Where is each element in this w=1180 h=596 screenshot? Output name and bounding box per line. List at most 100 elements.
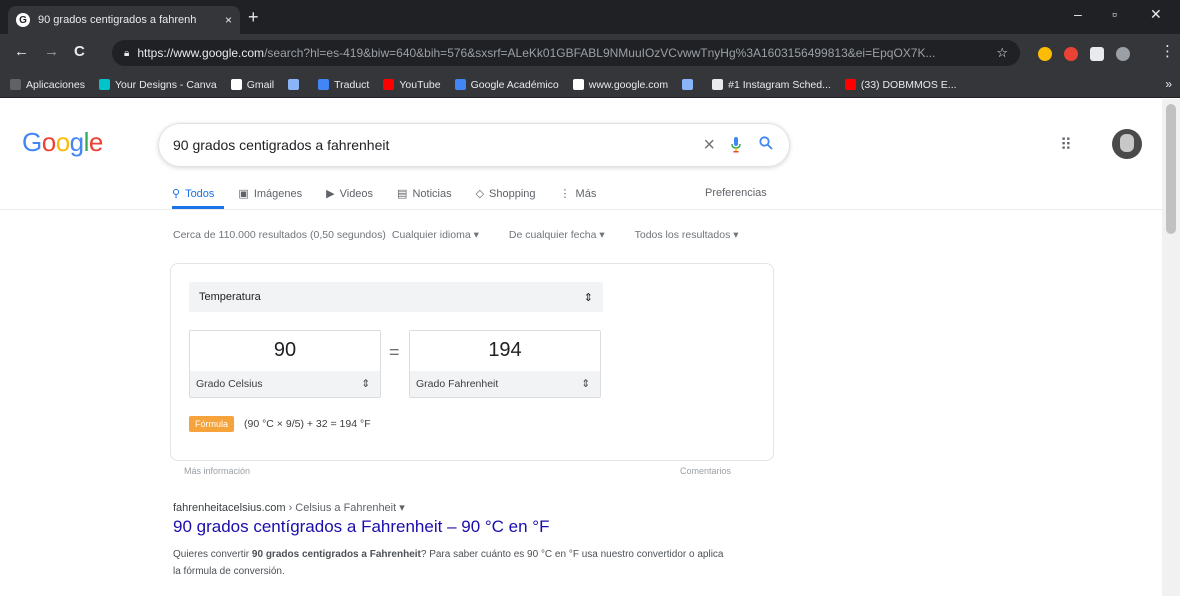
bookmark-item[interactable]: Your Designs - Canva bbox=[98, 78, 217, 91]
result-snippet: Quieres convertir 90 grados centigrados … bbox=[173, 546, 733, 580]
from-value[interactable]: 90 bbox=[190, 339, 380, 362]
bookmark-label: YouTube bbox=[399, 78, 441, 91]
filter-date[interactable]: De cualquier fecha ▾ bbox=[509, 229, 605, 241]
bookmark-item[interactable]: (33) DOBMMOS E... bbox=[844, 79, 957, 91]
profile-avatar-icon[interactable] bbox=[1116, 47, 1130, 61]
divider bbox=[0, 209, 1180, 210]
bookmark-label: Traduct bbox=[334, 78, 370, 91]
to-field[interactable]: 194 Grado Fahrenheit ⇕ bbox=[409, 330, 601, 398]
snippet-text: Quieres convertir bbox=[173, 549, 252, 560]
bookmark-icon bbox=[383, 79, 395, 90]
bookmark-label: Your Designs - Canva bbox=[114, 78, 217, 91]
bookmark-icon bbox=[98, 79, 110, 90]
bookmarks-more-icon[interactable]: » bbox=[1165, 77, 1172, 91]
mic-icon[interactable] bbox=[731, 137, 741, 153]
tab-shopping[interactable]: ◇ Shopping bbox=[475, 187, 536, 201]
bookmarks-bar: Aplicaciones Your Designs - Canva Gmail Tra… bbox=[0, 72, 1180, 98]
extension-icon[interactable] bbox=[1064, 47, 1078, 61]
browser-tab[interactable]: G 90 grados centigrados a fahrenh × bbox=[8, 6, 240, 34]
forward-button[interactable]: → bbox=[44, 44, 59, 60]
maximize-button[interactable]: ▫ bbox=[1112, 6, 1117, 22]
logo-letter: G bbox=[22, 127, 42, 157]
select-arrow-icon: ⇕ bbox=[361, 378, 370, 390]
extension-icon[interactable] bbox=[1038, 47, 1052, 61]
google-favicon-icon: G bbox=[16, 13, 30, 27]
bookmark-item[interactable]: #1 Instagram Sched... bbox=[712, 79, 831, 91]
select-arrow-icon: ⇕ bbox=[583, 291, 593, 304]
address-bar[interactable]: 🔒︎ https://www.google.com /search?hl=es-… bbox=[112, 40, 1020, 66]
filter-language[interactable]: Cualquier idioma ▾ bbox=[392, 229, 479, 241]
google-logo[interactable]: Google bbox=[22, 127, 103, 158]
back-button[interactable]: ← bbox=[14, 44, 29, 60]
to-value[interactable]: 194 bbox=[410, 339, 600, 362]
tab-label: Más bbox=[575, 187, 597, 200]
account-avatar[interactable] bbox=[1112, 129, 1142, 159]
bookmark-item[interactable]: Google Académico bbox=[454, 79, 559, 91]
bookmark-item[interactable] bbox=[288, 79, 304, 90]
preferences-link[interactable]: Preferencias bbox=[705, 187, 767, 199]
chrome-menu-icon[interactable]: ⋮ bbox=[1160, 44, 1175, 60]
tab-videos[interactable]: ▶ Videos bbox=[326, 187, 374, 201]
bookmark-item[interactable] bbox=[682, 79, 698, 90]
result-title-link[interactable]: 90 grados centígrados a Fahrenheit – 90 … bbox=[173, 517, 550, 537]
clear-search-icon[interactable]: × bbox=[703, 134, 715, 157]
result-breadcrumb: › Celsius a Fahrenheit ▾ bbox=[285, 502, 405, 514]
tab-label: Todos bbox=[185, 187, 215, 200]
tab-icon: ⋮ bbox=[559, 188, 571, 200]
bookmark-item[interactable]: Traduct bbox=[318, 79, 369, 91]
tab-icon: ◇ bbox=[475, 188, 485, 200]
bookmark-icon bbox=[572, 79, 584, 90]
bookmark-icon bbox=[712, 79, 724, 90]
scrollbar-thumb[interactable] bbox=[1166, 104, 1176, 234]
logo-letter: o bbox=[41, 127, 56, 157]
result-cite[interactable]: fahrenheitacelsius.com › Celsius a Fahre… bbox=[173, 501, 405, 514]
bookmark-item[interactable]: YouTube bbox=[383, 78, 441, 91]
new-tab-button[interactable]: + bbox=[248, 8, 259, 26]
bookmark-label: www.google.com bbox=[588, 78, 669, 91]
feedback-link[interactable]: Comentarios bbox=[680, 466, 731, 476]
bookmark-item[interactable]: Aplicaciones bbox=[10, 79, 85, 91]
formula-row: Fórmula (90 °C × 9/5) + 32 = 194 °F bbox=[189, 416, 371, 432]
tab-imágenes[interactable]: ▣ Imágenes bbox=[238, 187, 303, 201]
logo-letter: e bbox=[88, 127, 103, 157]
lock-icon[interactable]: 🔒︎ bbox=[124, 48, 129, 59]
bookmark-icon bbox=[230, 79, 242, 90]
bookmark-icon bbox=[318, 79, 330, 90]
close-window-button[interactable]: ✕ bbox=[1150, 6, 1162, 23]
bookmark-label: Gmail bbox=[246, 78, 275, 91]
from-field[interactable]: 90 Grado Celsius ⇕ bbox=[189, 330, 381, 398]
logo-letter: o bbox=[55, 127, 70, 157]
bookmark-star-icon[interactable]: ☆ bbox=[996, 45, 1008, 61]
to-unit-select[interactable]: Grado Fahrenheit ⇕ bbox=[410, 371, 600, 397]
bookmark-icon bbox=[454, 79, 466, 90]
reload-button[interactable]: C bbox=[74, 44, 85, 60]
bookmark-item[interactable]: Gmail bbox=[230, 78, 275, 91]
tab-title: 90 grados centigrados a fahrenh bbox=[38, 14, 197, 26]
minimize-button[interactable]: – bbox=[1074, 6, 1082, 22]
search-icon[interactable] bbox=[759, 135, 773, 155]
to-unit-label: Grado Fahrenheit bbox=[416, 378, 499, 390]
tab-label: Imágenes bbox=[253, 187, 303, 200]
tab-noticias[interactable]: ▤ Noticias bbox=[397, 187, 452, 201]
filter-results[interactable]: Todos los resultados ▾ bbox=[635, 229, 739, 241]
more-info-link[interactable]: Más información bbox=[184, 466, 250, 476]
search-input[interactable] bbox=[173, 137, 704, 153]
search-box[interactable]: × bbox=[158, 123, 790, 167]
tab-todos[interactable]: ⚲ Todos bbox=[172, 187, 215, 201]
tab-label: Noticias bbox=[412, 187, 452, 200]
tab-label: Videos bbox=[339, 187, 374, 200]
equals-sign: = bbox=[389, 342, 400, 362]
category-select[interactable]: Temperatura ⇕ bbox=[189, 282, 603, 312]
browser-toolbar: ← → C 🔒︎ https://www.google.com /search?… bbox=[0, 34, 1180, 72]
apps-grid-icon[interactable]: ⠿ bbox=[1060, 135, 1072, 155]
tab-close-icon[interactable]: × bbox=[225, 13, 232, 27]
tab-icon: ▤ bbox=[397, 188, 408, 200]
tab-más[interactable]: ⋮ Más bbox=[559, 187, 597, 201]
results-count: Cerca de 110.000 resultados (0,50 segund… bbox=[173, 229, 386, 241]
extensions-puzzle-icon[interactable] bbox=[1090, 47, 1104, 61]
result-site: fahrenheitacelsius.com bbox=[173, 502, 286, 514]
from-unit-select[interactable]: Grado Celsius ⇕ bbox=[190, 371, 380, 397]
browser-title-bar: G 90 grados centigrados a fahrenh × + – … bbox=[0, 0, 1180, 34]
bookmark-item[interactable]: www.google.com bbox=[572, 78, 669, 91]
tab-icon: ▣ bbox=[238, 188, 249, 200]
